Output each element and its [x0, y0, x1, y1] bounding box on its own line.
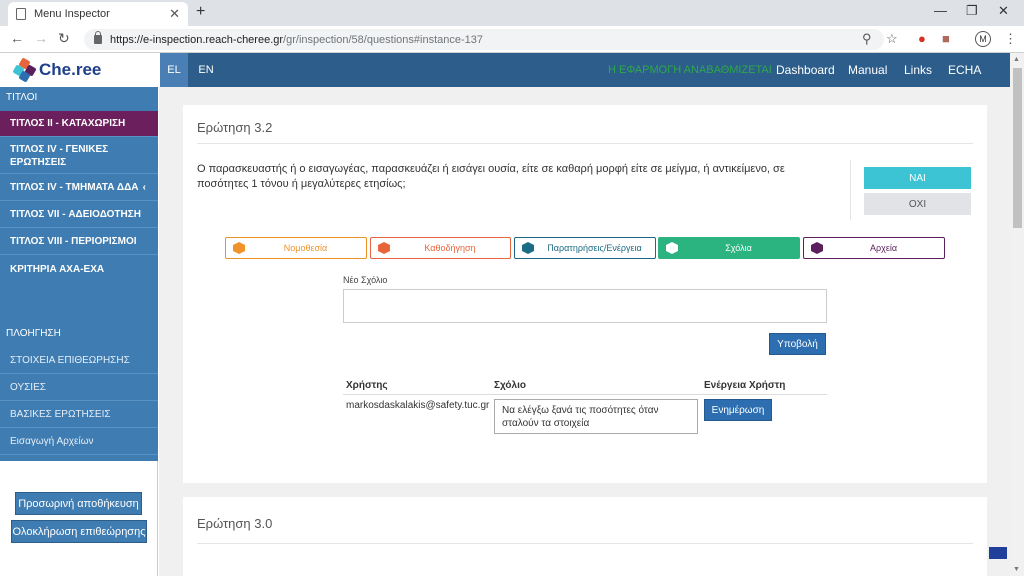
sidebar-item-file-import[interactable]: Εισαγωγή Αρχείων	[0, 429, 158, 455]
menu-icon[interactable]: ⋮	[1004, 31, 1017, 47]
sidebar-item-label: ΤΙΤΛΟΣ ΙV - ΤΜΗΜΑΤΑ ΔΔΑ	[10, 182, 139, 193]
question-text: Ο παρασκευαστής ή ο εισαγωγέας, παρασκευ…	[197, 163, 785, 190]
url-host: https://e-inspection.reach-cheree.gr	[110, 33, 284, 46]
hexagon-icon	[666, 242, 678, 254]
star-icon[interactable]: ☆	[886, 31, 898, 47]
pdf-extension-icon[interactable]: ■	[942, 31, 950, 46]
tab-observations[interactable]: Παρατηρήσεις/Ενέργεια	[514, 237, 656, 259]
dashboard-link[interactable]: Dashboard	[776, 63, 835, 77]
sidebar-item-criteria[interactable]: ΚΡΙΤΗΡΙΑ ΑΧΑ-ΕΧΑ	[0, 256, 158, 282]
extension-icon[interactable]: ●	[918, 31, 926, 46]
browser-tab[interactable]: Menu Inspector ✕	[8, 2, 188, 26]
profile-avatar[interactable]: M	[975, 31, 991, 47]
main-content: Ερώτηση 3.2 Ο παρασκευαστής ή ο εισαγωγέ…	[159, 87, 1010, 576]
question-title: Ερώτηση 3.0	[197, 516, 273, 531]
lang-el-button[interactable]: EL	[160, 53, 188, 87]
links-link[interactable]: Links	[904, 63, 932, 77]
sidebar-item-title-2[interactable]: ΤΙΤΛΟΣ ΙΙ - ΚΑΤΑΧΩΡΙΣΗ	[0, 111, 158, 137]
forward-icon[interactable]: →	[34, 30, 48, 46]
divider	[850, 160, 851, 220]
manual-link[interactable]: Manual	[848, 63, 887, 77]
sidebar-item-title-7[interactable]: ΤΙΤΛΟΣ VII - ΑΔΕΙΟΔΟΤΗΣΗ	[0, 202, 158, 228]
tab-files[interactable]: Αρχεία	[803, 237, 945, 259]
sidebar-actions: Προσωρινή αποθήκευση Ολοκλήρωση επιθεώρη…	[0, 461, 158, 576]
new-tab-button[interactable]: +	[196, 3, 205, 21]
echa-link[interactable]: ECHA	[948, 63, 981, 77]
scroll-down-icon[interactable]: ▼	[1013, 566, 1020, 573]
logo-icon	[12, 57, 37, 83]
lang-en-button[interactable]: EN	[192, 53, 220, 87]
nav-heading: ΠΛΟΗΓΗΣΗ	[6, 328, 61, 339]
tab-label: Καθοδήγηση	[424, 243, 476, 253]
complete-inspection-button[interactable]: Ολοκλήρωση επιθεώρησης	[11, 520, 147, 543]
browser-tabstrip: Menu Inspector ✕ + — ❐ ✕	[0, 0, 1024, 26]
tab-legislation[interactable]: Νομοθεσία	[225, 237, 367, 259]
no-button[interactable]: ΟΧΙ	[864, 193, 971, 215]
zoom-icon[interactable]: ⚲	[862, 31, 872, 47]
upgrade-notice: Η ΕΦΑΡΜΟΓΗ ΑΝΑΒΑΘΜΙΖΕΤΑΙ	[608, 64, 772, 76]
scroll-up-icon[interactable]: ▲	[1013, 56, 1020, 63]
comment-text-field[interactable]: Να ελέγξω ξανά τις ποσότητες όταν σταλού…	[494, 399, 698, 434]
tab-label: Σχόλια	[725, 243, 752, 253]
question-card: Ερώτηση 3.2 Ο παρασκευαστής ή ο εισαγωγέ…	[183, 105, 987, 483]
browser-toolbar: ← → ↻ https://e-inspection.reach-cheree.…	[0, 26, 1024, 53]
divider	[343, 394, 827, 395]
hexagon-icon	[522, 242, 534, 254]
logo-text: Che.ree	[39, 60, 102, 79]
header-user-action: Ενέργεια Χρήστη	[704, 380, 786, 391]
header-user: Χρήστης	[346, 380, 388, 391]
logo[interactable]: Che.ree	[0, 53, 160, 87]
sidebar: ΤΙΤΛΟΙ ΤΙΤΛΟΣ ΙΙ - ΚΑΤΑΧΩΡΙΣΗ ΤΙΤΛΟΣ ΙV …	[0, 87, 158, 461]
update-button[interactable]: Ενημέρωση	[704, 399, 772, 421]
scrollbar-thumb[interactable]	[1013, 68, 1022, 228]
sidebar-item-substances[interactable]: ΟΥΣΙΕΣ	[0, 375, 158, 401]
yes-button[interactable]: ΝΑΙ	[864, 167, 971, 189]
sidebar-item-title-4-sds[interactable]: ΤΙΤΛΟΣ ΙV - ΤΜΗΜΑΤΑ ΔΔΑ ‹	[0, 175, 158, 201]
sidebar-item-title-8[interactable]: ΤΙΤΛΟΣ VIII - ΠΕΡΙΟΡΙΣΜΟΙ	[0, 229, 158, 255]
sidebar-item-basic-questions[interactable]: ΒΑΣΙΚΕΣ ΕΡΩΤΗΣΕΙΣ	[0, 402, 158, 428]
close-tab-icon[interactable]: ✕	[169, 6, 180, 22]
divider	[197, 543, 973, 544]
address-bar[interactable]: https://e-inspection.reach-cheree.gr/gr/…	[84, 29, 884, 50]
tab-title: Menu Inspector	[34, 8, 110, 20]
question-title: Ερώτηση 3.2	[197, 120, 273, 135]
tab-comments[interactable]: Σχόλια	[658, 237, 800, 259]
url-path: /gr/inspection/58/questions#instance-137	[283, 33, 484, 46]
tab-guidance[interactable]: Καθοδήγηση	[370, 237, 511, 259]
comment-user: markosdaskalakis@safety.tuc.gr	[346, 400, 490, 411]
tab-label: Παρατηρήσεις/Ενέργεια	[547, 243, 642, 253]
chevron-left-icon: ‹	[142, 182, 146, 193]
sidebar-item-title-4-general[interactable]: ΤΙΤΛΟΣ ΙV - ΓΕΝΙΚΕΣ ΕΡΩΤΗΣΕΙΣ	[0, 138, 158, 174]
divider	[197, 143, 973, 144]
tab-label: Αρχεία	[869, 243, 898, 253]
eu-flag-icon	[989, 547, 1007, 559]
hexagon-icon	[811, 242, 823, 254]
tab-label: Νομοθεσία	[283, 243, 328, 253]
hexagon-icon	[233, 242, 245, 254]
temporary-save-button[interactable]: Προσωρινή αποθήκευση	[15, 492, 142, 515]
document-icon	[16, 8, 26, 20]
submit-button[interactable]: Υποβολή	[769, 333, 826, 355]
titles-heading: ΤΙΤΛΟΙ	[6, 92, 38, 103]
reload-icon[interactable]: ↻	[58, 30, 70, 47]
back-icon[interactable]: ←	[10, 30, 24, 46]
sidebar-item-inspection-details[interactable]: ΣΤΟΙΧΕΙΑ ΕΠΙΘΕΩΡΗΣΗΣ	[0, 347, 158, 374]
restore-icon[interactable]: ❐	[966, 3, 978, 19]
close-window-icon[interactable]: ✕	[998, 3, 1009, 19]
new-comment-label: Νέο Σχόλιο	[343, 275, 388, 285]
hexagon-icon	[378, 242, 390, 254]
app-header: Che.ree EL EN Η ΕΦΑΡΜΟΓΗ ΑΝΑΒΑΘΜΙΖΕΤΑΙ D…	[0, 53, 1010, 87]
header-comment: Σχόλιο	[494, 380, 526, 391]
new-comment-textarea[interactable]	[343, 289, 827, 323]
next-question-card: Ερώτηση 3.0	[183, 497, 987, 576]
minimize-icon[interactable]: —	[934, 3, 947, 18]
lock-icon	[94, 31, 102, 44]
